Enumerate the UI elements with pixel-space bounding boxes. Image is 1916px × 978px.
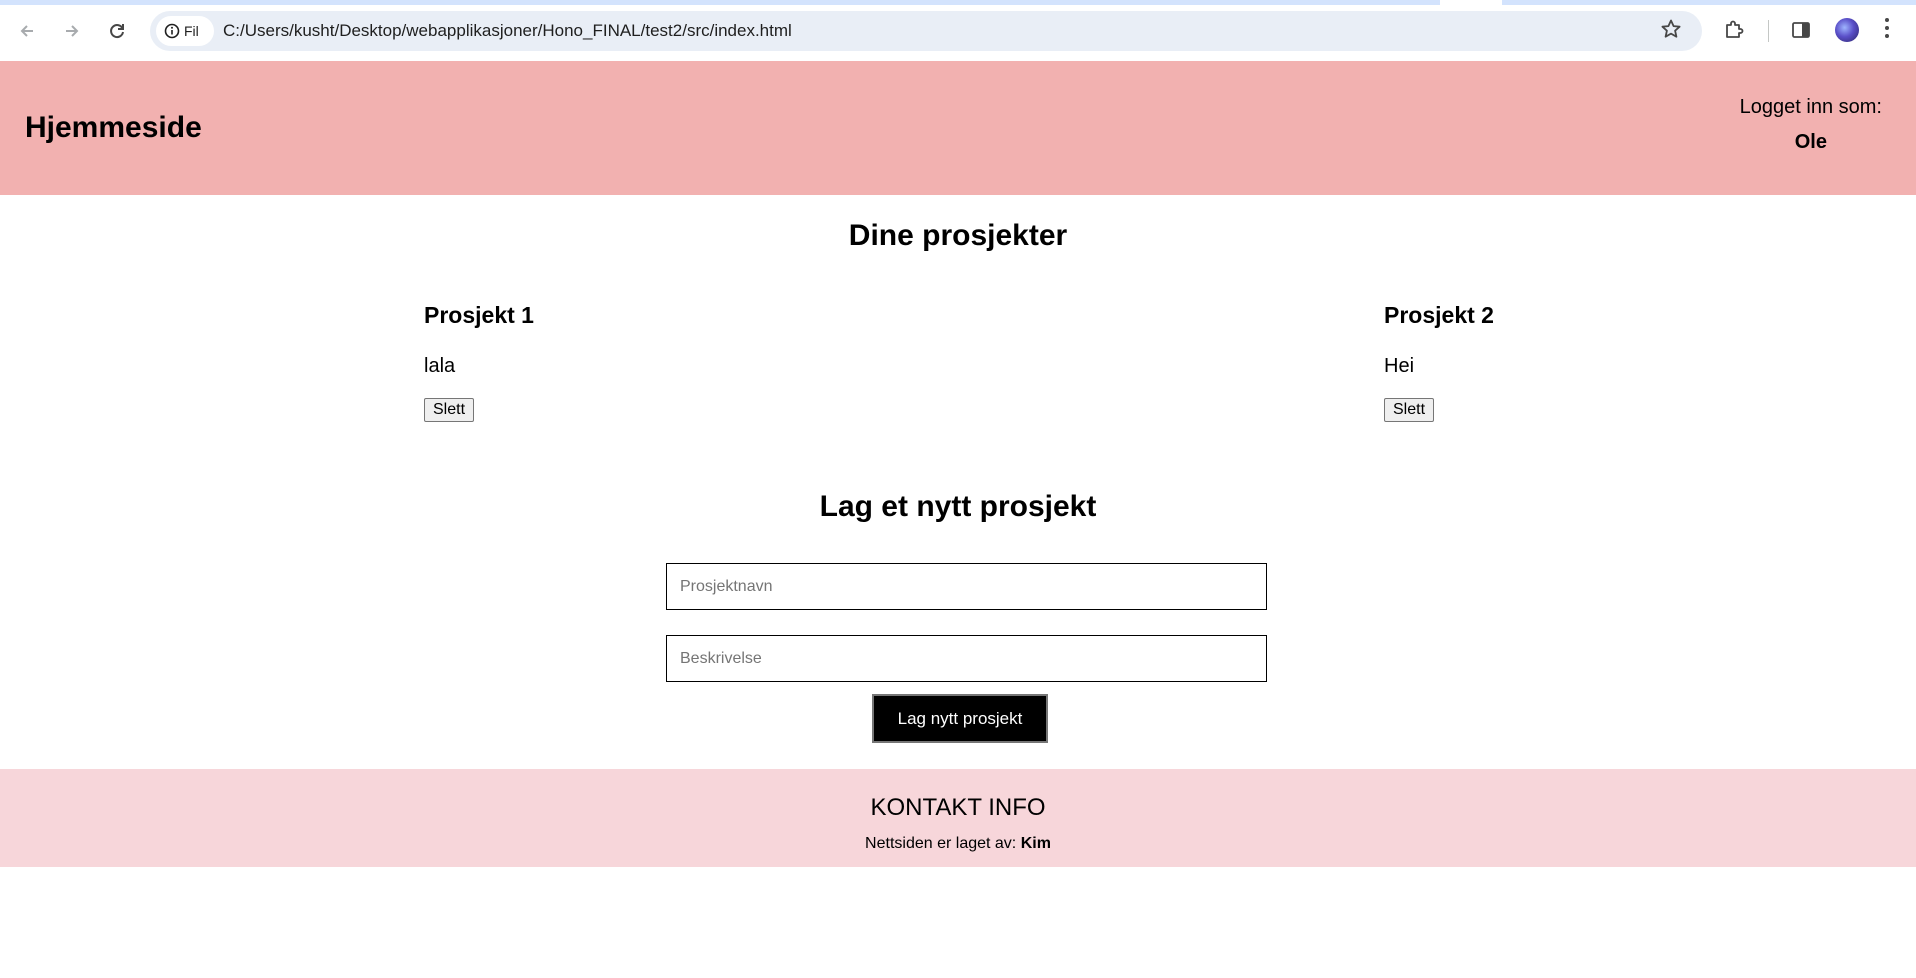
project-name: Prosjekt 1 — [424, 302, 534, 328]
project-description-input[interactable] — [666, 635, 1267, 682]
project-card: Prosjekt 1 lala Slett — [424, 302, 534, 422]
profile-avatar[interactable] — [1835, 18, 1859, 42]
project-description: Hei — [1384, 355, 1415, 377]
reload-icon — [110, 24, 124, 39]
info-icon — [164, 23, 180, 39]
address-bar[interactable]: Fil C:/Users/kusht/Desktop/webapplikasjo… — [150, 11, 1702, 51]
projects-heading: Dine prosjekter — [848, 219, 1068, 252]
bookmark-star-icon[interactable] — [1660, 18, 1682, 45]
back-button[interactable] — [10, 14, 44, 48]
site-header: Hjemmeside Logget inn som: Ole — [0, 61, 1916, 195]
delete-project-button[interactable]: Slett — [424, 398, 475, 422]
arrow-right-icon — [66, 25, 79, 37]
project-name: Prosjekt 2 — [1384, 302, 1494, 328]
browser-menu-icon[interactable] — [1885, 18, 1891, 42]
delete-project-button[interactable]: Slett — [1384, 398, 1435, 422]
project-name-input[interactable] — [666, 563, 1267, 610]
new-project-heading: Lag et nytt prosjekt — [819, 490, 1097, 523]
tab-strip-gap — [1440, 0, 1502, 5]
credit-line: Nettsiden er laget av: Kim — [0, 835, 1916, 853]
login-status: Logget inn som: Ole — [1740, 96, 1882, 154]
site-info-chip[interactable]: Fil — [156, 16, 214, 46]
reload-button[interactable] — [100, 14, 134, 48]
site-chip-label: Fil — [184, 23, 199, 39]
browser-toolbar: Fil C:/Users/kusht/Desktop/webapplikasjo… — [0, 0, 1916, 61]
credit-prefix: Nettsiden er laget av: — [865, 835, 1017, 852]
username: Ole — [1794, 131, 1827, 153]
credit-name: Kim — [1020, 835, 1051, 852]
site-title: Hjemmeside — [25, 111, 202, 144]
site-footer: KONTAKT INFO Nettsiden er laget av: Kim — [0, 769, 1916, 867]
create-project-button[interactable]: Lag nytt prosjekt — [872, 694, 1048, 743]
contact-heading: KONTAKT INFO — [870, 794, 1046, 821]
logged-in-label: Logget inn som: — [1739, 96, 1882, 118]
project-description: lala — [424, 355, 456, 377]
forward-button[interactable] — [55, 14, 89, 48]
tab-strip-edge — [0, 0, 1916, 5]
toolbar-divider — [1768, 20, 1769, 42]
side-panel-icon[interactable] — [1791, 20, 1811, 45]
url-text[interactable]: C:/Users/kusht/Desktop/webapplikasjoner/… — [223, 21, 792, 41]
extensions-puzzle-icon[interactable] — [1722, 18, 1746, 47]
project-card: Prosjekt 2 Hei Slett — [1384, 302, 1494, 422]
arrow-left-icon — [20, 25, 33, 37]
